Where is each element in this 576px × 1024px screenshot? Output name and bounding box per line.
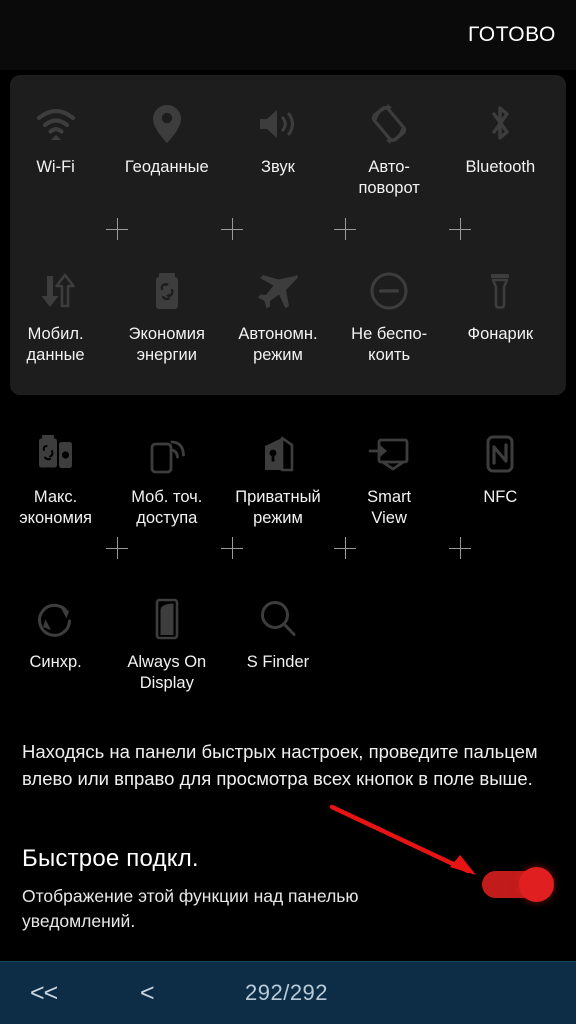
page-counter: 292/292 xyxy=(245,980,329,1005)
quick-setting-label: Звук xyxy=(261,158,295,176)
quick-connect-description: Отображение этой функции над панелью уве… xyxy=(22,886,359,931)
quick-setting-label: Приватный режим xyxy=(235,488,321,527)
add-button-slot[interactable] xyxy=(106,537,128,559)
quick-setting-label: S Finder xyxy=(246,653,310,671)
quick-setting-label: Always On Display xyxy=(127,653,207,692)
quick-setting-label: NFC xyxy=(483,488,518,506)
quick-setting-sync[interactable]: Синхр. xyxy=(0,590,111,694)
quick-setting-label: Фонарик xyxy=(467,325,534,343)
sound-speaker-icon xyxy=(256,95,300,153)
quick-connect-toggle[interactable] xyxy=(482,867,554,902)
quick-setting-s-finder[interactable]: S Finder xyxy=(222,590,333,694)
quick-settings-row-2: Мобил. данные Экономия энергии Автономн.… xyxy=(0,262,556,366)
quick-setting-wifi[interactable]: Wi-Fi xyxy=(0,95,111,199)
plus-separators-row-3 xyxy=(10,537,566,563)
quick-setting-label: Моб. точ. доступа xyxy=(131,488,203,527)
done-button[interactable]: ГОТОВО xyxy=(468,23,556,47)
quick-setting-do-not-disturb[interactable]: Не беспо- коить xyxy=(334,262,445,366)
flashlight-icon xyxy=(485,262,515,320)
quick-setting-sound[interactable]: Звук xyxy=(222,95,333,199)
nfc-icon xyxy=(481,425,519,483)
max-power-saving-icon xyxy=(34,425,78,483)
quick-setting-label: Экономия энергии xyxy=(128,325,205,364)
do-not-disturb-icon xyxy=(367,262,411,320)
quick-setting-smart-view[interactable]: Smart View xyxy=(334,425,445,529)
add-button-slot[interactable] xyxy=(221,218,243,240)
quick-settings-row-3: Макс. экономия Моб. точ. доступа Приватн… xyxy=(0,425,556,529)
quick-setting-airplane-mode[interactable]: Автономн. режим xyxy=(222,262,333,366)
private-mode-icon xyxy=(256,425,300,483)
mobile-data-icon xyxy=(34,262,78,320)
plus-separators-row-1 xyxy=(10,218,566,244)
power-saving-icon xyxy=(150,262,184,320)
quick-setting-private-mode[interactable]: Приватный режим xyxy=(222,425,333,529)
search-icon xyxy=(256,590,300,648)
quick-setting-bluetooth[interactable]: Bluetooth xyxy=(445,95,556,199)
quick-setting-nfc[interactable]: NFC xyxy=(445,425,556,529)
previous-page-button[interactable]: < xyxy=(140,979,155,1008)
always-on-display-icon xyxy=(150,590,184,648)
smart-view-icon xyxy=(365,425,413,483)
quick-setting-auto-rotate[interactable]: Авто- поворот xyxy=(334,95,445,199)
quick-setting-empty-slot xyxy=(334,590,445,694)
quick-setting-label: Авто- поворот xyxy=(358,158,420,197)
sync-icon xyxy=(34,590,78,648)
quick-connect-setting[interactable]: Быстрое подкл. Отображение этой функции … xyxy=(0,840,576,958)
quick-setting-empty-slot xyxy=(445,590,556,694)
location-pin-icon xyxy=(150,95,184,153)
bottom-navigation-bar: << < 292/292 xyxy=(0,961,576,1024)
quick-setting-location[interactable]: Геоданные xyxy=(111,95,222,199)
quick-setting-mobile-data[interactable]: Мобил. данные xyxy=(0,262,111,366)
header-bar: ГОТОВО xyxy=(0,0,576,70)
quick-settings-row-1: Wi-Fi Геоданные Звук Авто- поворот Bluet… xyxy=(0,95,556,199)
add-button-slot[interactable] xyxy=(334,537,356,559)
quick-setting-label: Геоданные xyxy=(124,158,209,176)
mobile-hotspot-icon xyxy=(145,425,189,483)
airplane-icon xyxy=(255,262,301,320)
bluetooth-icon xyxy=(483,95,517,153)
add-button-slot[interactable] xyxy=(106,218,128,240)
add-button-slot[interactable] xyxy=(334,218,356,240)
hint-text: Находясь на панели быстрых настроек, про… xyxy=(22,741,538,789)
quick-settings-row-4: Синхр. Always On Display S Finder xyxy=(0,590,556,694)
quick-setting-max-power-saving[interactable]: Макс. экономия xyxy=(0,425,111,529)
quick-connect-title: Быстрое подкл. xyxy=(22,845,199,872)
quick-setting-label: Wi-Fi xyxy=(36,158,75,176)
toggle-knob xyxy=(519,867,554,902)
quick-setting-label: Не беспо- коить xyxy=(351,325,428,364)
quick-setting-label: Макс. экономия xyxy=(19,488,92,527)
first-page-button[interactable]: << xyxy=(30,979,58,1008)
wifi-icon xyxy=(34,95,78,153)
add-button-slot[interactable] xyxy=(221,537,243,559)
quick-setting-label: Bluetooth xyxy=(465,158,536,176)
quick-setting-power-saving[interactable]: Экономия энергии xyxy=(111,262,222,366)
quick-setting-mobile-hotspot[interactable]: Моб. точ. доступа xyxy=(111,425,222,529)
quick-settings-screen: ГОТОВО Wi-Fi Геоданные Звук Авто- поворо… xyxy=(0,0,576,1024)
quick-setting-always-on-display[interactable]: Always On Display xyxy=(111,590,222,694)
quick-setting-label: Smart View xyxy=(367,488,412,527)
quick-setting-label: Синхр. xyxy=(29,653,82,671)
quick-setting-flashlight[interactable]: Фонарик xyxy=(445,262,556,366)
add-button-slot[interactable] xyxy=(449,218,471,240)
quick-setting-label: Мобил. данные xyxy=(26,325,85,364)
add-button-slot[interactable] xyxy=(449,537,471,559)
quick-setting-label: Автономн. режим xyxy=(238,325,318,364)
auto-rotate-icon xyxy=(366,95,412,153)
